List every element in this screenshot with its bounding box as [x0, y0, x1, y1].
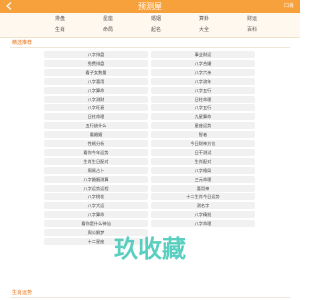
- list-item-left[interactable]: 八字算命: [44, 86, 148, 94]
- list-item-right[interactable]: 八字五行: [151, 86, 255, 94]
- list-item-left[interactable]: 看子女数量: [44, 68, 148, 76]
- list-item-left[interactable]: 八字运势运程: [44, 184, 148, 192]
- list-item-right[interactable]: 九星算命: [151, 113, 255, 121]
- section-divider: [10, 47, 290, 48]
- nav-item[interactable]: 百科: [228, 25, 276, 36]
- nav-item[interactable]: 星座: [84, 14, 132, 25]
- nav-item[interactable]: 大全: [180, 25, 228, 36]
- nav-item[interactable]: 起名: [132, 25, 180, 36]
- list-item-left[interactable]: 八字算命: [44, 211, 148, 219]
- list-item-right[interactable]: 事业财运: [151, 51, 255, 58]
- list-item-right[interactable]: 智者: [151, 131, 255, 139]
- list-item-left[interactable]: 看你是什么神仙: [44, 220, 148, 228]
- top-bar: 预测屋 口肖: [0, 0, 300, 13]
- section-divider: [10, 297, 290, 298]
- nav-item[interactable]: 财运: [228, 14, 276, 25]
- nav-item[interactable]: 命局: [84, 25, 132, 36]
- list-item-right[interactable]: 生肖配对: [151, 157, 255, 165]
- list-item-right[interactable]: 八字精批: [151, 211, 255, 219]
- watermark-logo: 玖收藏: [114, 235, 186, 263]
- list-item-right[interactable]: 八字六亲: [151, 68, 255, 76]
- page-title: 预测屋: [138, 2, 162, 11]
- list-item-left[interactable]: 五行缺什么: [44, 122, 148, 130]
- list-item-right[interactable]: 三元命理: [151, 175, 255, 183]
- list-item-left[interactable]: 八字婚姻测算: [44, 175, 148, 183]
- watermark: 玖收藏: [0, 228, 300, 268]
- list-item-right[interactable]: 星座运势: [151, 122, 255, 130]
- list-item-left[interactable]: 周易占卜: [44, 166, 148, 174]
- list-item-left[interactable]: 八字排盘: [44, 51, 148, 58]
- more-link[interactable]: 口肖: [284, 1, 294, 12]
- list-item-right[interactable]: 八字格局: [151, 166, 255, 174]
- watermark-text: 玖收藏: [114, 235, 186, 263]
- list-item-left[interactable]: 八字桃花: [44, 193, 148, 201]
- list-item-right[interactable]: 十二生肖今日运势: [151, 193, 255, 201]
- section-title-recommend: 精选推荐: [12, 40, 33, 46]
- nav-item[interactable]: 婚姻: [132, 14, 180, 25]
- list-item-left[interactable]: 看你今年运势: [44, 148, 148, 156]
- list-item-left[interactable]: 八字喜用: [44, 77, 148, 85]
- list-item-right[interactable]: 喜用神: [151, 184, 255, 192]
- list-item-left[interactable]: 八字旺衰: [44, 104, 148, 112]
- list-item-right[interactable]: 测名字: [151, 202, 255, 210]
- list-item-left[interactable]: 性格分析: [44, 140, 148, 147]
- list-item-left[interactable]: 看婚姻: [44, 131, 148, 139]
- section-title-zodiac: 生肖运势: [12, 290, 33, 296]
- list-item-right[interactable]: 今日财神方位: [151, 140, 255, 147]
- category-nav: 排盘 星座 婚姻 算卦 财运 生肖 命局 起名 大全 百科: [0, 13, 300, 38]
- list-item-left[interactable]: 八字测财: [44, 95, 148, 103]
- list-item-left[interactable]: 生肖生日配对: [44, 157, 148, 165]
- list-item-left[interactable]: 免费排盘: [44, 59, 148, 67]
- nav-item[interactable]: 排盘: [36, 14, 84, 25]
- list-item-right[interactable]: 八字五行: [151, 104, 255, 112]
- list-item-right[interactable]: 八字合婚: [151, 59, 255, 67]
- list-item-right[interactable]: 日柱命理: [151, 95, 255, 103]
- list-item-left[interactable]: 八字大运: [44, 202, 148, 210]
- list-item-right[interactable]: 八字命理: [151, 220, 255, 228]
- list-item-right[interactable]: 日干测试: [151, 148, 255, 156]
- nav-item[interactable]: 生肖: [36, 25, 84, 36]
- list-item-left[interactable]: 日柱命理: [44, 113, 148, 121]
- nav-item[interactable]: 算卦: [180, 14, 228, 25]
- list-item-right[interactable]: 八字流年: [151, 77, 255, 85]
